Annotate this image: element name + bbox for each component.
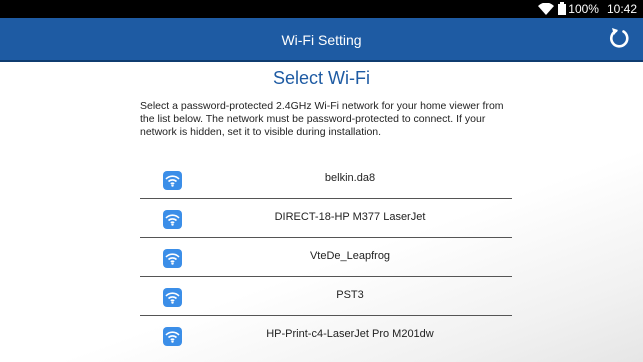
wifi-network-name: HP-Print-c4-LaserJet Pro M201dw [266, 328, 434, 340]
battery-percent: 100% [568, 2, 599, 16]
status-bar: 100% 10:42 [0, 0, 643, 18]
wifi-network-name: PST3 [336, 289, 364, 301]
wifi-network-item[interactable]: DIRECT-18-HP M377 LaserJet [140, 201, 512, 238]
wifi-icon [163, 210, 182, 229]
wifi-icon [163, 327, 182, 346]
wifi-network-item[interactable]: belkin.da8 [140, 162, 512, 199]
section-heading: Select Wi-Fi [272, 68, 370, 88]
refresh-icon[interactable] [607, 26, 633, 52]
wifi-icon [163, 288, 182, 307]
app-bar: Wi-Fi Setting [0, 18, 643, 62]
instructions-text: Select a password-protected 2.4GHz Wi-Fi… [140, 100, 504, 138]
page-title: Wi-Fi Setting [281, 32, 362, 48]
wifi-network-name: DIRECT-18-HP M377 LaserJet [274, 211, 426, 223]
wifi-network-item[interactable]: HP-Print-c4-LaserJet Pro M201dw [140, 318, 512, 354]
wifi-signal-icon [538, 3, 555, 15]
wifi-network-item[interactable]: VteDe_Leapfrog [140, 240, 512, 277]
wifi-network-list: belkin.da8 DIRECT-18-HP M377 LaserJet Vt… [140, 162, 512, 356]
wifi-network-item[interactable]: PST3 [140, 279, 512, 316]
wifi-network-name: belkin.da8 [324, 172, 376, 184]
wifi-icon [163, 249, 182, 268]
wifi-network-name: VteDe_Leapfrog [309, 250, 391, 262]
clock: 10:42 [606, 2, 637, 16]
wifi-icon [163, 171, 182, 190]
battery-icon [558, 1, 567, 15]
main-content: Select Wi-Fi Select a password-protected… [0, 62, 643, 362]
